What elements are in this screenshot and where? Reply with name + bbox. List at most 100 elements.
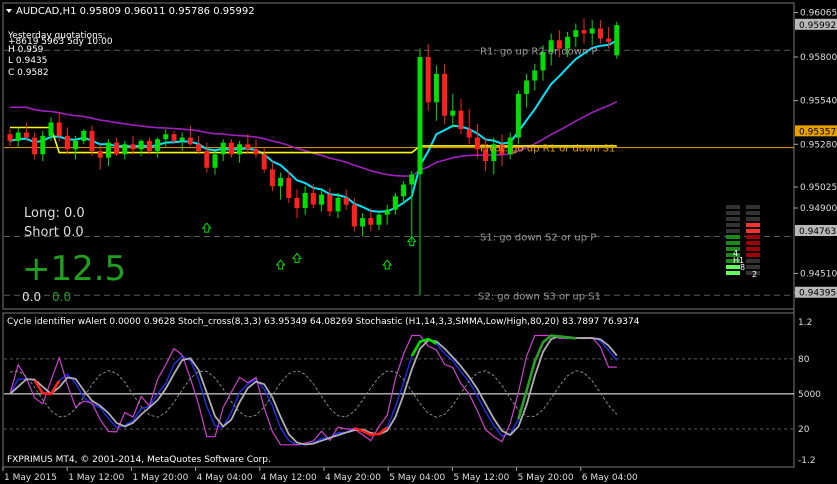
- indicator-axis: 1.2 80 5000 20 -1.2: [798, 318, 821, 466]
- meter-bar: [726, 229, 740, 233]
- price-highlight-label: 0.95992: [799, 21, 836, 31]
- level-label-r1: R1: go up R2 or down P: [480, 46, 597, 57]
- candle-body: [351, 204, 357, 227]
- candle-body: [237, 144, 243, 155]
- candle-body: [433, 73, 439, 103]
- time-tick-label: 5 May 20:00: [518, 473, 574, 483]
- meter-bar: [746, 235, 760, 239]
- candle-body: [253, 149, 259, 155]
- chart-canvas[interactable]: 4H182 0.96065 0.95800 0.95540 0.95280 0.9502…: [0, 0, 837, 484]
- time-tick-label: 1 May 2015: [4, 473, 57, 483]
- indicator-tick-label: -1.2: [798, 456, 816, 466]
- meter-bar: [746, 247, 760, 251]
- candle-body: [327, 194, 333, 212]
- buy-arrow-icon: [201, 222, 212, 233]
- meter-bar: [746, 253, 760, 257]
- yesterday-high: H 0.959: [8, 45, 44, 55]
- ma-slow-line: [10, 100, 618, 177]
- indicator-title: Cycle identifier wAlert 0.0000 0.9628 St…: [7, 317, 640, 327]
- time-tick-label: 4 May 04:00: [197, 473, 253, 483]
- price-tick-label: 0.95800: [800, 53, 837, 63]
- meter-label: 2: [752, 270, 757, 279]
- candle-body: [573, 30, 579, 37]
- candle-body: [15, 132, 21, 141]
- price-tick-label: 0.95280: [800, 140, 837, 150]
- candle-body: [228, 142, 234, 155]
- candle-body: [7, 134, 13, 141]
- time-tick-label: 1 May 20:00: [132, 473, 188, 483]
- candle-body: [466, 129, 472, 138]
- candle-body: [425, 57, 431, 103]
- candle-body: [146, 140, 152, 151]
- candle-body: [245, 144, 251, 150]
- level-label-s1: S1: go down S2 or up P: [480, 233, 596, 244]
- candle-body: [401, 184, 407, 197]
- meter-bar: [726, 223, 740, 227]
- time-tick-label: 4 May 12:00: [261, 473, 317, 483]
- candle-body: [335, 197, 341, 212]
- candle-body: [614, 25, 620, 56]
- candle-body: [442, 73, 448, 116]
- strength-meter: 4H182: [726, 205, 760, 279]
- price-tick-label: 0.94900: [800, 204, 837, 214]
- price-tick-label: 0.94510: [800, 269, 837, 279]
- meter-bar: [746, 259, 760, 263]
- candle-body: [417, 57, 423, 175]
- candle-body: [204, 150, 210, 168]
- yesterday-close: C 0.9582: [8, 68, 49, 78]
- candle-body: [73, 140, 79, 150]
- time-tick-label: 6 May 04:00: [582, 473, 638, 483]
- candle-body: [155, 139, 161, 151]
- meter-bar: [746, 223, 760, 227]
- price-highlight-label: 0.94763: [799, 227, 836, 237]
- candle-body: [105, 142, 111, 158]
- price-tick-label: 0.95025: [800, 183, 837, 193]
- candle-body: [310, 192, 316, 205]
- candle-body: [130, 144, 136, 150]
- candle-body: [278, 177, 284, 187]
- candle-body: [89, 130, 95, 151]
- bottom-left-value: 0.0: [22, 290, 41, 304]
- candle-body: [32, 137, 38, 155]
- meter-bar: [746, 229, 760, 233]
- candle-body: [458, 110, 464, 130]
- meter-bar: [726, 205, 740, 209]
- candle-body: [294, 197, 300, 209]
- meter-bar: [746, 241, 760, 245]
- candle-body: [64, 135, 70, 150]
- candle-body: [163, 134, 169, 140]
- meter-bar: [746, 211, 760, 215]
- candle-body: [114, 142, 120, 155]
- candle-body: [286, 177, 292, 198]
- time-axis: 1 May 2015 1 May 12:00 1 May 20:00 4 May 04…: [2, 467, 638, 483]
- indicator-tick-label: 1.2: [798, 318, 812, 328]
- candle-body: [532, 70, 538, 81]
- candle-body: [40, 135, 46, 155]
- time-tick-label: 5 May 12:00: [453, 473, 509, 483]
- candle-body: [515, 93, 521, 138]
- candle-body: [319, 194, 325, 205]
- buy-arrow-icon: [382, 259, 393, 270]
- meter-bar: [726, 235, 740, 239]
- meter-bar: [746, 265, 760, 269]
- candle-body: [581, 30, 587, 34]
- yesterday-low: L 0.9435: [8, 56, 47, 66]
- level-label-s2: S2: go down S3 or up S1: [478, 291, 601, 302]
- candle-body: [589, 28, 595, 34]
- candle-body: [171, 134, 177, 141]
- meter-bar: [746, 205, 760, 209]
- candle-body: [261, 154, 267, 170]
- meter-bar: [726, 217, 740, 221]
- symbol-header: AUDCAD,H1 0.95809 0.96011 0.95786 0.9599…: [16, 6, 255, 17]
- meter-bar: [726, 211, 740, 215]
- price-tick-label: 0.96065: [800, 9, 837, 19]
- candle-body: [524, 80, 530, 94]
- candle-body: [23, 132, 29, 138]
- candle-body: [376, 214, 382, 225]
- dropdown-triangle-icon[interactable]: [6, 9, 12, 13]
- price-tick-label: 0.95540: [800, 97, 837, 107]
- candle-body: [409, 174, 415, 185]
- candle-body: [179, 137, 185, 141]
- indicator-tick-label: 80: [798, 355, 810, 365]
- candle-body: [196, 144, 202, 151]
